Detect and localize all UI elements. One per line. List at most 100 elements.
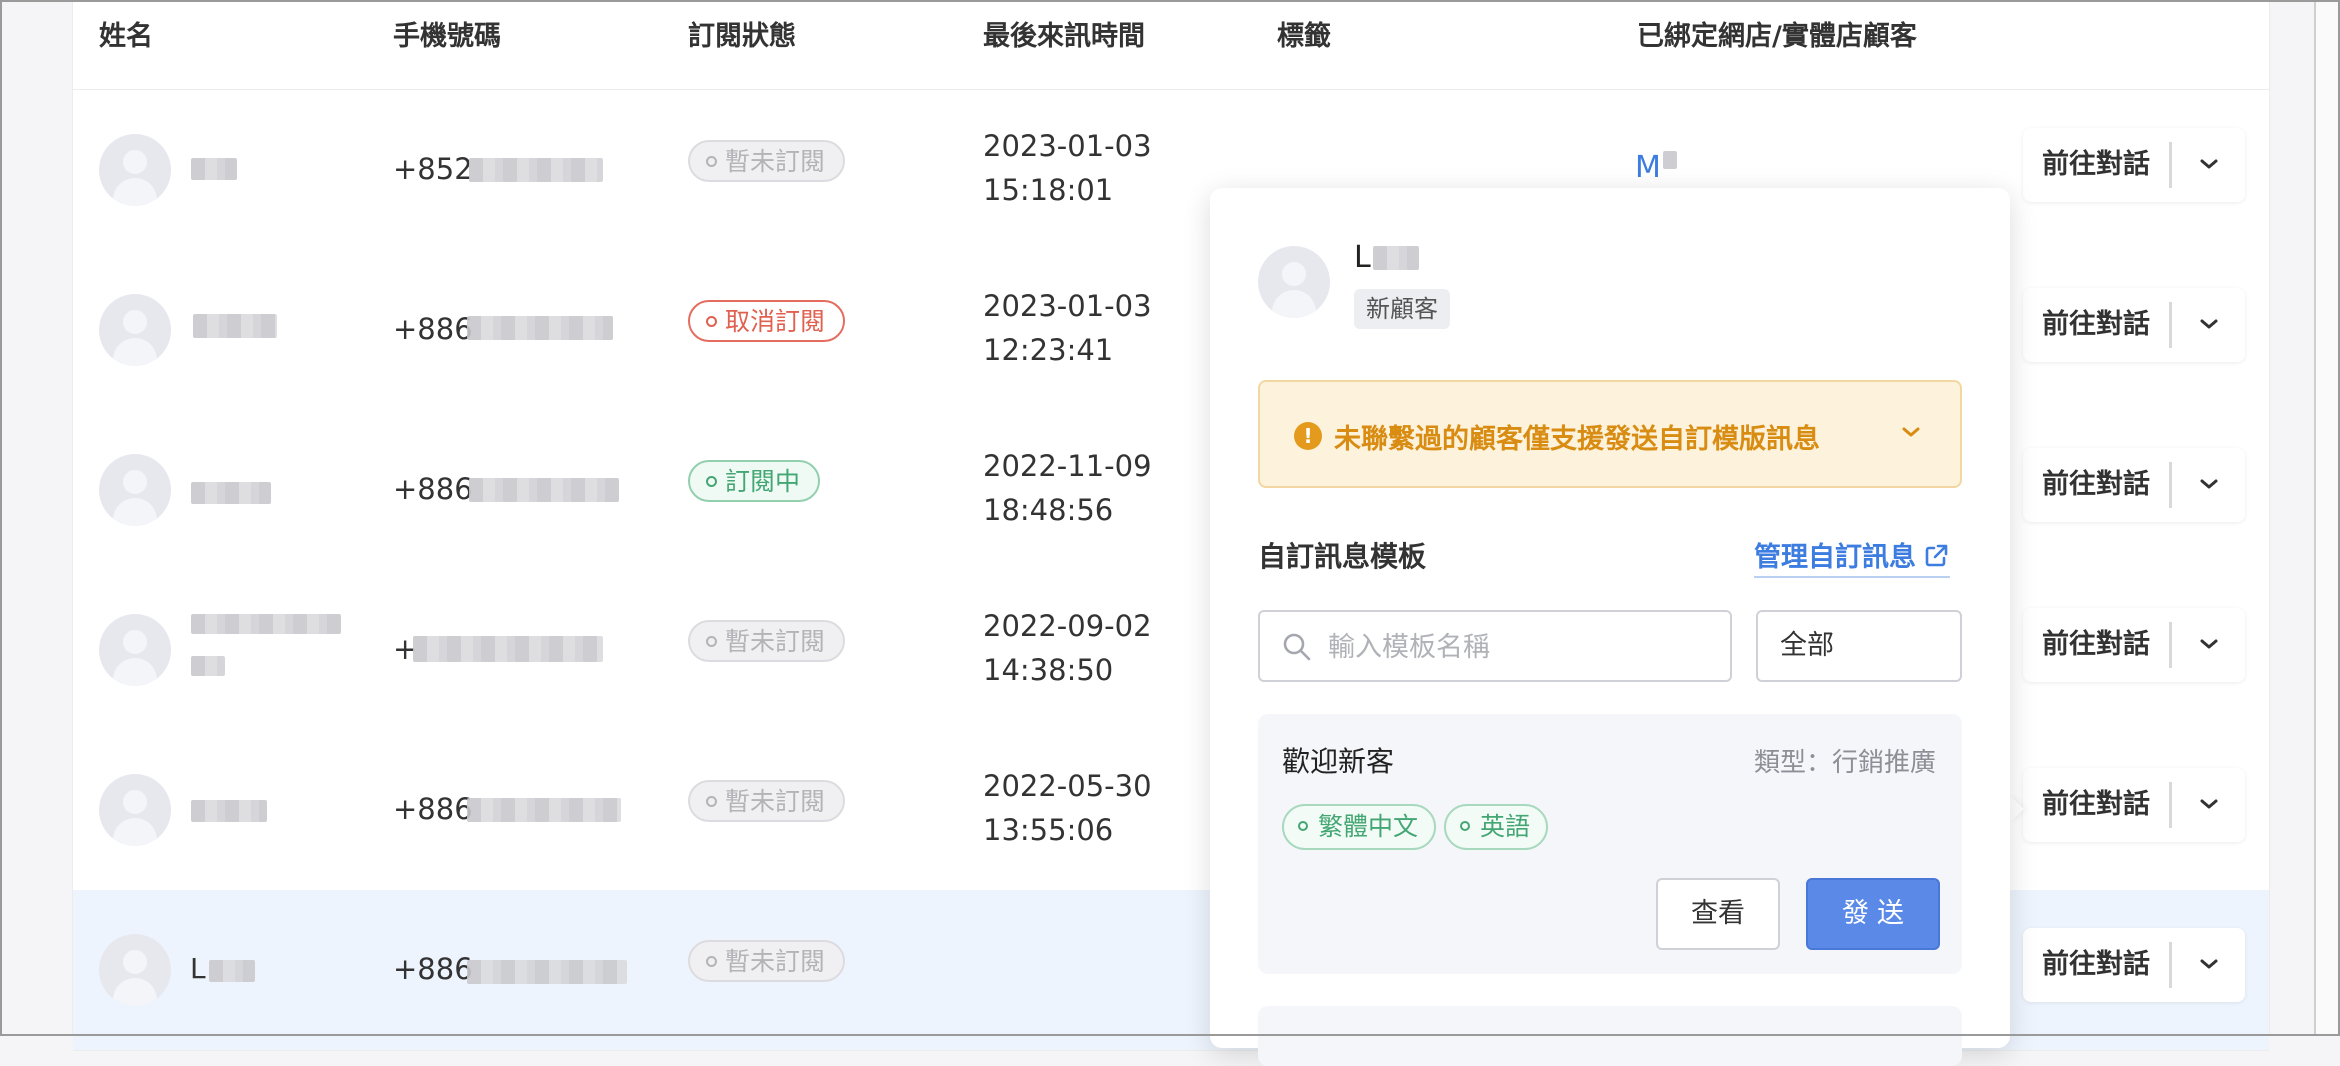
language-tag: 英語 xyxy=(1444,804,1549,850)
last-message-time: 2022-09-02 14:38:50 xyxy=(983,604,1152,692)
chat-options-dropdown[interactable] xyxy=(2173,928,2245,1002)
template-card xyxy=(1258,1006,1962,1066)
last-message-date: 2023-01-03 xyxy=(983,289,1152,323)
status-badge: 訂閱中 xyxy=(688,460,821,502)
button-divider xyxy=(2169,462,2172,508)
redacted-phone xyxy=(469,478,619,502)
chevron-down-icon xyxy=(2200,799,2218,809)
redacted-name xyxy=(209,960,255,982)
phone-number: +886 xyxy=(393,312,473,346)
redacted-phone xyxy=(467,960,627,984)
chevron-down-icon[interactable] xyxy=(1900,424,1922,440)
last-message-clock: 15:18:01 xyxy=(983,173,1114,207)
phone-number: +886 xyxy=(393,472,473,506)
go-to-chat-button-group: 前往對話 xyxy=(2023,448,2245,522)
template-card: 歡迎新客 類型：行銷推廣 繁體中文 英語 查看 發送 xyxy=(1258,714,1962,974)
warning-text: 未聯繫過的顧客僅支援發送自訂模版訊息 xyxy=(1334,424,1820,455)
redacted-name xyxy=(193,314,277,338)
status-label: 暫未訂閱 xyxy=(725,147,826,176)
exclamation-circle-icon: ! xyxy=(1294,422,1322,450)
template-type-select[interactable]: 全部 xyxy=(1756,610,1962,682)
status-label: 暫未訂閱 xyxy=(725,947,826,976)
chat-options-dropdown[interactable] xyxy=(2173,128,2245,202)
chat-options-dropdown[interactable] xyxy=(2173,608,2245,682)
redacted-customer-name xyxy=(1372,246,1419,270)
last-message-time: 2023-01-03 12:23:41 xyxy=(983,284,1152,372)
last-message-date: 2023-01-03 xyxy=(983,129,1152,163)
button-divider xyxy=(2169,942,2172,988)
status-label: 暫未訂閱 xyxy=(725,787,826,816)
chat-options-dropdown[interactable] xyxy=(2173,448,2245,522)
phone-number: +886 xyxy=(393,792,473,826)
column-header-subscription[interactable]: 訂閱狀態 xyxy=(688,14,796,53)
redacted-name xyxy=(191,614,341,634)
chat-options-dropdown[interactable] xyxy=(2173,768,2245,842)
avatar xyxy=(99,454,171,526)
search-icon xyxy=(1283,633,1311,661)
avatar xyxy=(99,614,171,686)
template-only-warning[interactable]: ! 未聯繫過的顧客僅支援發送自訂模版訊息 xyxy=(1258,380,1962,488)
status-badge: 取消訂閱 xyxy=(688,300,846,342)
scrollbar-track[interactable] xyxy=(2314,0,2340,1036)
last-message-time: 2023-01-03 15:18:01 xyxy=(983,124,1152,212)
button-divider xyxy=(2169,142,2172,188)
customer-name-text: L xyxy=(1354,240,1371,275)
redacted-phone xyxy=(467,316,613,340)
go-to-chat-button-group: 前往對話 xyxy=(2023,608,2245,682)
template-title: 歡迎新客 xyxy=(1282,745,1395,778)
linked-customer-link[interactable]: M xyxy=(1635,150,1677,185)
send-template-button[interactable]: 發送 xyxy=(1806,878,1940,950)
column-header-linked-customer[interactable]: 已綁定網店/實體店顧客 xyxy=(1637,14,1917,53)
redacted-name xyxy=(191,482,271,504)
column-header-tags[interactable]: 標籤 xyxy=(1277,14,1331,53)
column-header-name[interactable]: 姓名 xyxy=(99,14,153,53)
go-to-chat-button[interactable]: 前往對話 xyxy=(2023,288,2169,362)
chevron-down-icon xyxy=(2200,319,2218,329)
view-template-button[interactable]: 查看 xyxy=(1656,878,1780,950)
redacted-name xyxy=(191,158,237,180)
language-tag-label: 繁體中文 xyxy=(1318,812,1419,841)
phone-number: +886 xyxy=(393,952,473,986)
template-type: 類型：行銷推廣 xyxy=(1753,748,1936,778)
table-header: 姓名 手機號碼 訂閱狀態 最後來訊時間 標籤 已綁定網店/實體店顧客 xyxy=(73,0,2269,90)
redacted-name xyxy=(191,800,267,822)
status-label: 訂閱中 xyxy=(725,467,801,496)
chevron-down-icon xyxy=(2200,479,2218,489)
go-to-chat-button[interactable]: 前往對話 xyxy=(2023,608,2169,682)
redacted-name-line2 xyxy=(191,656,225,676)
column-header-last-message[interactable]: 最後來訊時間 xyxy=(983,14,1145,53)
manage-templates-link[interactable]: 管理自訂訊息 xyxy=(1754,535,1950,578)
avatar xyxy=(99,134,171,206)
last-message-clock: 14:38:50 xyxy=(983,653,1114,687)
template-section-title: 自訂訊息模板 xyxy=(1258,540,1427,573)
template-search-input[interactable] xyxy=(1326,624,1720,670)
redacted-phone xyxy=(469,158,603,182)
status-label: 暫未訂閱 xyxy=(725,627,826,656)
language-tag-label: 英語 xyxy=(1480,812,1531,841)
status-badge: 暫未訂閱 xyxy=(688,780,846,822)
go-to-chat-button[interactable]: 前往對話 xyxy=(2023,448,2169,522)
column-header-phone[interactable]: 手機號碼 xyxy=(393,14,501,53)
status-badge: 暫未訂閱 xyxy=(688,140,846,182)
go-to-chat-button[interactable]: 前往對話 xyxy=(2023,768,2169,842)
avatar xyxy=(99,294,171,366)
chevron-down-icon xyxy=(2200,959,2218,969)
manage-templates-label[interactable]: 管理自訂訊息 xyxy=(1754,542,1916,573)
redacted-phone xyxy=(467,798,621,822)
last-message-time: 2022-11-09 18:48:56 xyxy=(983,444,1152,532)
language-tag: 繁體中文 xyxy=(1282,804,1437,850)
linked-customer-initial[interactable]: M xyxy=(1635,150,1661,185)
last-message-clock: 13:55:06 xyxy=(983,813,1114,847)
chat-options-dropdown[interactable] xyxy=(2173,288,2245,362)
customer-avatar xyxy=(1258,246,1330,318)
template-search-field[interactable] xyxy=(1258,610,1732,682)
status-badge: 暫未訂閱 xyxy=(688,940,846,982)
last-message-clock: 18:48:56 xyxy=(983,493,1114,527)
go-to-chat-button[interactable]: 前往對話 xyxy=(2023,928,2169,1002)
chevron-down-icon xyxy=(2200,159,2218,169)
go-to-chat-button-group: 前往對話 xyxy=(2023,128,2245,202)
last-message-date: 2022-11-09 xyxy=(983,449,1152,483)
go-to-chat-button[interactable]: 前往對話 xyxy=(2023,128,2169,202)
last-message-date: 2022-09-02 xyxy=(983,609,1152,643)
send-template-popover: L 新顧客 ! 未聯繫過的顧客僅支援發送自訂模版訊息 自訂訊息模板 管理自訂訊息… xyxy=(1210,188,2010,1066)
